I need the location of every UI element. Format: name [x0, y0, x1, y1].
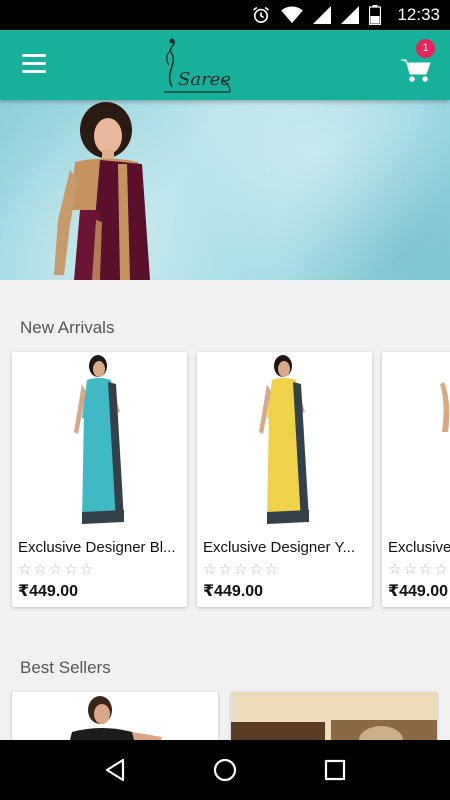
signal-2-icon [341, 6, 360, 24]
menu-icon-line [22, 62, 46, 65]
home-icon [213, 758, 237, 782]
menu-icon-line [22, 70, 46, 73]
recents-icon [324, 759, 346, 781]
product-price: ₹449.00 [203, 583, 264, 600]
product-image [259, 355, 309, 524]
product-name: Exclusive [388, 539, 450, 556]
new-arrivals-carousel[interactable]: Exclusive Designer Bl... ☆☆☆☆☆ ₹449.00 E… [12, 352, 450, 608]
promo-banner[interactable] [0, 100, 450, 280]
rating-stars: ☆☆☆☆☆ [388, 561, 450, 578]
cart-count-badge: 1 [416, 39, 435, 58]
alarm-icon [253, 6, 270, 23]
product-card[interactable]: Exclusive Designer Bl... ☆☆☆☆☆ ₹449.00 [12, 352, 187, 607]
product-card[interactable]: Exclusive ☆☆☆☆☆ ₹449.00 [382, 352, 450, 607]
logo-text: Saree [178, 69, 231, 90]
battery-icon [369, 5, 382, 25]
product-card[interactable]: Exclusive Designer Y... ☆☆☆☆☆ ₹449.00 [197, 352, 372, 607]
menu-button[interactable] [22, 54, 48, 76]
app-bar: Saree [0, 30, 450, 100]
status-time: 12:33 [397, 5, 440, 24]
product-price: ₹449.00 [18, 583, 79, 600]
recents-button[interactable] [320, 755, 350, 785]
system-navigation-bar [0, 740, 450, 800]
app-screen: 12:33 Saree 1 New Arrivals Exclusive Des… [0, 0, 450, 800]
product-image [74, 355, 124, 524]
section-title-best-sellers: Best Sellers [20, 658, 111, 677]
status-bar: 12:33 [0, 0, 450, 30]
product-name: Exclusive Designer Bl... [18, 539, 176, 556]
banner-model-image [54, 102, 150, 280]
section-title-new-arrivals: New Arrivals [20, 318, 115, 337]
wifi-icon [281, 6, 304, 24]
back-icon [105, 758, 125, 782]
logo[interactable]: Saree [160, 36, 240, 98]
menu-icon-line [22, 54, 46, 57]
signal-icon [313, 6, 332, 24]
home-button[interactable] [210, 755, 240, 785]
product-name: Exclusive Designer Y... [203, 539, 356, 556]
rating-stars: ☆☆☆☆☆ [203, 561, 281, 578]
product-image [440, 382, 450, 432]
back-button[interactable] [100, 755, 130, 785]
rating-stars: ☆☆☆☆☆ [18, 561, 96, 578]
product-price: ₹449.00 [388, 583, 449, 600]
